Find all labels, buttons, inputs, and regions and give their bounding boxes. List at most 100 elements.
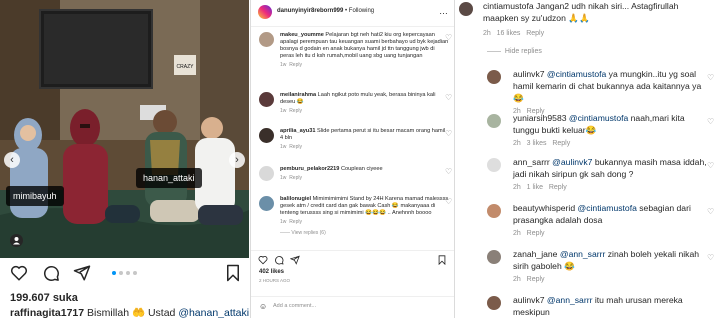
user-tag-mimibayuh[interactable]: mimibayuh (6, 186, 64, 206)
group-photo-illustration: CRAZY (0, 0, 249, 258)
comment-time: 1w (280, 144, 287, 150)
comment-reply-button[interactable]: Reply (526, 30, 544, 37)
post-like-count[interactable]: 199.607 suka (10, 292, 78, 304)
reply-username[interactable]: aulinvk7 (513, 69, 545, 79)
reply-avatar[interactable] (487, 70, 501, 84)
comment-likes[interactable]: 16 likes (497, 30, 521, 37)
wall-sign-text: CRAZY (177, 64, 195, 70)
comment-avatar[interactable] (259, 166, 274, 181)
reply-likes[interactable]: 3 likes (527, 140, 547, 147)
comments-action-bar (251, 250, 454, 269)
reply-username[interactable]: yuniarsih9583 (513, 113, 567, 123)
reply-time: 2h (513, 184, 521, 191)
comment-like-icon[interactable]: ♡ (445, 198, 453, 206)
caption-text: Bismillah 🤲 Ustad (84, 307, 179, 318)
reply-username[interactable]: zanah_jane (513, 249, 557, 259)
header-avatar[interactable] (258, 5, 272, 19)
tagged-user-icon[interactable] (10, 234, 23, 247)
comments-like-count[interactable]: 402 likes (251, 269, 454, 275)
comment-icon[interactable] (42, 264, 60, 282)
comment-username[interactable]: aprilia_ayu31 (280, 128, 315, 134)
comment-item: makeu_youmme Pelajaran bgt neh hati2 kiu… (259, 32, 452, 69)
reply-likes[interactable]: 1 like (527, 184, 543, 191)
bookmark-icon[interactable] (437, 255, 447, 265)
comment-username[interactable]: cintiamustofa (483, 1, 534, 11)
reply-avatar[interactable] (487, 204, 501, 218)
reply-like-icon[interactable]: ♡ (707, 252, 715, 262)
heart-icon[interactable] (10, 264, 28, 282)
reply-avatar[interactable] (487, 114, 501, 128)
comment-username[interactable]: pemburu_pelakor2219 (280, 166, 339, 172)
comment-avatar[interactable] (259, 196, 274, 211)
comment-avatar[interactable] (459, 2, 473, 16)
more-options-icon[interactable]: … (439, 6, 448, 16)
comment-like-icon[interactable]: ♡ (445, 34, 453, 42)
reply-username[interactable]: beautywhisperid (513, 203, 575, 213)
comment-icon[interactable] (274, 255, 284, 265)
reply-mention[interactable]: @aulinvk7 (552, 157, 592, 167)
share-icon[interactable] (290, 255, 300, 265)
following-label[interactable]: • Following (345, 8, 374, 14)
add-comment-input[interactable]: Add a comment... (273, 303, 316, 309)
reply-button[interactable]: Reply (552, 140, 570, 147)
comment-item: balilonugiel Mimimimimimi Stand by 24H K… (259, 196, 452, 237)
caption-username[interactable]: raffinagita1717 (10, 307, 84, 318)
reply-username[interactable]: aulinvk7 (513, 295, 545, 305)
comment-username[interactable]: makeu_youmme (280, 32, 324, 38)
heart-icon[interactable] (258, 255, 268, 265)
post-caption: raffinagita1717 Bismillah 🤲 Ustad @hanan… (10, 306, 249, 318)
comment-reply-button[interactable]: Reply (289, 144, 302, 150)
reply-avatar[interactable] (487, 250, 501, 264)
comment-reply-button[interactable]: Reply (289, 219, 302, 225)
user-tag-hanan-attaki[interactable]: hanan_attaki (136, 168, 202, 188)
share-icon[interactable] (73, 264, 91, 282)
comment-like-icon[interactable]: ♡ (445, 94, 453, 102)
comments-footer: 402 likes 2 HOURS AGO ☺ Add a comment... (251, 250, 454, 311)
comment-avatar[interactable] (259, 128, 274, 143)
comment-reply-button[interactable]: Reply (289, 62, 302, 68)
hide-replies-button[interactable]: Hide replies (505, 48, 542, 55)
reply-mention[interactable]: @cintiamustofa (547, 69, 606, 79)
comment-time: 2h (483, 30, 491, 37)
previous-slide-button[interactable]: ‹ (4, 152, 20, 168)
comment-item: meilanirahma Laah ngikut poto mulu yeak,… (259, 92, 452, 115)
comment-reply-button[interactable]: Reply (289, 175, 302, 181)
reply-like-icon[interactable]: ♡ (707, 116, 715, 126)
comment-like-icon[interactable]: ♡ (445, 168, 453, 176)
reply-like-icon[interactable]: ♡ (707, 160, 715, 170)
comments-panel: danunyinyir8reborn999 • Following … make… (250, 0, 454, 318)
reply-mention[interactable]: @cintiamustofa (578, 203, 637, 213)
next-slide-button[interactable]: › (229, 152, 245, 168)
replies-panel: cintiamustofa Jangan2 udh nikah siri... … (454, 0, 720, 318)
reply-like-icon[interactable]: ♡ (707, 206, 715, 216)
reply-button[interactable]: Reply (549, 184, 567, 191)
reply-avatar[interactable] (487, 158, 501, 172)
comment-avatar[interactable] (259, 32, 274, 47)
carousel-dots (112, 271, 140, 275)
bookmark-icon[interactable] (224, 264, 242, 282)
comment-avatar[interactable] (259, 92, 274, 107)
comment-username[interactable]: meilanirahma (280, 92, 316, 98)
emoji-icon[interactable]: ☺ (259, 302, 267, 311)
comment-like-icon[interactable]: ♡ (445, 130, 453, 138)
view-replies-button[interactable]: View replies (6) (291, 230, 325, 236)
comments-header: danunyinyir8reborn999 • Following … (251, 0, 454, 27)
comment-username[interactable]: balilonugiel (280, 196, 311, 202)
post-time: 2 HOURS AGO (259, 278, 291, 283)
caption-mention[interactable]: @hanan_attaki (178, 307, 249, 318)
comment-time: 1w (280, 62, 287, 68)
header-username[interactable]: danunyinyir8reborn999 (277, 8, 343, 14)
reply-button[interactable]: Reply (527, 276, 545, 283)
reply-mention[interactable]: @cintiamustofa (569, 113, 628, 123)
reply-username[interactable]: ann_sarrr (513, 157, 550, 167)
comment-item: pemburu_pelakor2219 Couplean ciyeee 1w R… (259, 166, 452, 182)
comment-item: aprilia_ayu31 Slide pertama perut si itu… (259, 128, 452, 151)
reply-mention[interactable]: @ann_sarrr (547, 295, 593, 305)
reply-mention[interactable]: @ann_sarrr (560, 249, 606, 259)
post-panel: CRAZY mimibayuh hanan_attaki ‹ › 199.607… (0, 0, 249, 318)
comment-reply-button[interactable]: Reply (289, 108, 302, 114)
reply-like-icon[interactable]: ♡ (707, 72, 715, 82)
reply-button[interactable]: Reply (527, 230, 545, 237)
reply-avatar[interactable] (487, 296, 501, 310)
post-photo[interactable]: CRAZY mimibayuh hanan_attaki ‹ › (0, 0, 249, 258)
